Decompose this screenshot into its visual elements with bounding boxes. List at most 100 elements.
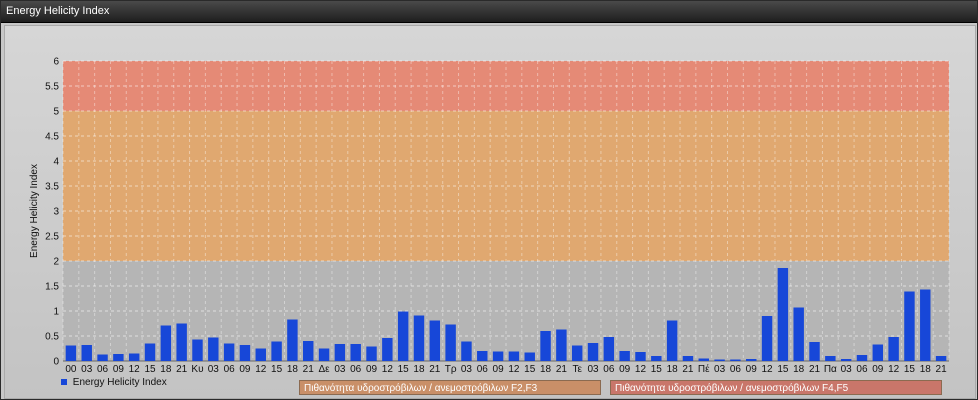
- bar-52: [888, 337, 899, 361]
- y-tick-label-7: 3.5: [45, 182, 59, 193]
- x-tick-label-30: 18: [540, 364, 552, 375]
- bar-21: [397, 311, 409, 361]
- y-tick-label-5: 2.5: [45, 232, 59, 243]
- bar-19: [366, 346, 377, 361]
- bar-38: [666, 320, 678, 361]
- bar-23: [429, 320, 441, 361]
- x-tick-label-13: 15: [271, 364, 283, 375]
- x-tick-label-6: 18: [160, 364, 172, 375]
- x-tick-label-22: 18: [413, 364, 425, 375]
- bar-10: [223, 343, 235, 361]
- bar-24: [445, 324, 456, 361]
- bar-42: [730, 359, 741, 361]
- bar-32: [571, 345, 583, 361]
- x-tick-label-7: 21: [176, 364, 188, 375]
- x-tick-label-55: 21: [936, 364, 948, 375]
- x-tick-label-20: 12: [382, 364, 394, 375]
- x-tick-label-11: 09: [239, 364, 251, 375]
- y-tick-label-9: 4.5: [45, 132, 59, 143]
- bar-28: [508, 351, 520, 361]
- x-tick-label-31: 21: [556, 364, 568, 375]
- bar-22: [413, 315, 425, 361]
- x-tick-label-43: 09: [746, 364, 758, 375]
- bar-0: [65, 345, 77, 361]
- x-tick-label-40: Πέ: [698, 363, 710, 375]
- x-tick-label-28: 12: [508, 364, 520, 375]
- x-tick-label-10: 06: [224, 364, 236, 375]
- bar-17: [334, 344, 346, 361]
- bar-48: [825, 356, 836, 361]
- bar-9: [208, 337, 219, 361]
- x-tick-label-25: 03: [461, 364, 473, 375]
- bar-7: [176, 323, 187, 361]
- bar-53: [904, 291, 915, 361]
- bar-5: [144, 343, 156, 361]
- x-tick-label-32: Τε: [572, 364, 582, 375]
- x-tick-label-46: 18: [793, 364, 805, 375]
- x-tick-label-48: Πα: [824, 364, 837, 375]
- bar-20: [382, 338, 393, 361]
- bar-54: [920, 289, 931, 361]
- x-tick-label-33: 03: [587, 364, 599, 375]
- bar-51: [872, 344, 884, 361]
- x-tick-label-16: Δε: [318, 364, 330, 375]
- bar-35: [619, 351, 630, 361]
- bar-13: [271, 341, 282, 361]
- bar-2: [97, 354, 108, 361]
- y-tick-label-4: 2: [53, 257, 59, 268]
- x-tick-label-52: 12: [888, 364, 900, 375]
- ehi-bar-chart: 00.511.522.533.544.555.56 00 03 06 09 12 15 18…: [29, 57, 950, 375]
- bar-12: [255, 348, 266, 361]
- bar-14: [287, 319, 298, 361]
- bar-11: [239, 345, 251, 361]
- bar-1: [81, 345, 92, 361]
- legend: Energy Helicity Index: [61, 377, 167, 388]
- x-tick-label-49: 03: [841, 364, 853, 375]
- x-tick-label-38: 18: [667, 364, 679, 375]
- x-tick-label-26: 06: [477, 364, 489, 375]
- bar-16: [318, 348, 330, 361]
- y-tick-label-8: 4: [53, 157, 59, 168]
- bar-27: [492, 351, 504, 361]
- bar-37: [651, 356, 662, 361]
- x-tick-label-14: 18: [287, 364, 299, 375]
- x-tick-label-1: 03: [81, 364, 93, 375]
- x-tick-label-42: 06: [730, 364, 742, 375]
- x-tick-label-44: 12: [761, 364, 773, 375]
- x-tick-label-34: 06: [603, 364, 615, 375]
- bar-34: [603, 337, 615, 361]
- x-tick-label-23: 21: [429, 364, 441, 375]
- x-tick-label-5: 15: [144, 364, 156, 375]
- x-tick-label-3: 09: [113, 364, 125, 375]
- bar-49: [840, 359, 852, 361]
- x-tick-label-9: 03: [208, 364, 220, 375]
- y-tick-label-1: 0.5: [45, 332, 59, 343]
- bar-43: [746, 359, 757, 361]
- bar-30: [540, 331, 551, 361]
- bar-47: [809, 342, 820, 361]
- x-tick-label-51: 09: [872, 364, 884, 375]
- y-tick-label-2: 1: [53, 307, 59, 318]
- bar-15: [303, 341, 314, 361]
- bar-44: [761, 316, 773, 361]
- x-tick-label-45: 15: [777, 364, 789, 375]
- bar-40: [698, 358, 709, 361]
- bar-39: [682, 356, 694, 361]
- x-tick-label-35: 09: [619, 364, 631, 375]
- band-label-f4-f5-text: Πιθανότητα υδροστρόβιλων / ανεμοστρόβιλω…: [615, 383, 849, 394]
- legend-label: Energy Helicity Index: [72, 377, 167, 388]
- x-tick-label-19: 09: [366, 364, 378, 375]
- x-tick-label-12: 12: [255, 364, 267, 375]
- x-tick-label-27: 09: [493, 364, 505, 375]
- x-tick-label-18: 06: [350, 364, 362, 375]
- x-tick-label-47: 21: [809, 364, 821, 375]
- y-tick-label-10: 5: [53, 107, 59, 118]
- bar-29: [524, 352, 535, 361]
- y-tick-label-3: 1.5: [45, 282, 59, 293]
- bar-50: [856, 355, 868, 361]
- y-tick-label-0: 0: [53, 357, 59, 368]
- x-tick-label-0: 00: [65, 364, 77, 375]
- x-tick-label-36: 12: [635, 364, 647, 375]
- x-tick-label-21: 15: [398, 364, 410, 375]
- x-tick-label-15: 21: [303, 364, 315, 375]
